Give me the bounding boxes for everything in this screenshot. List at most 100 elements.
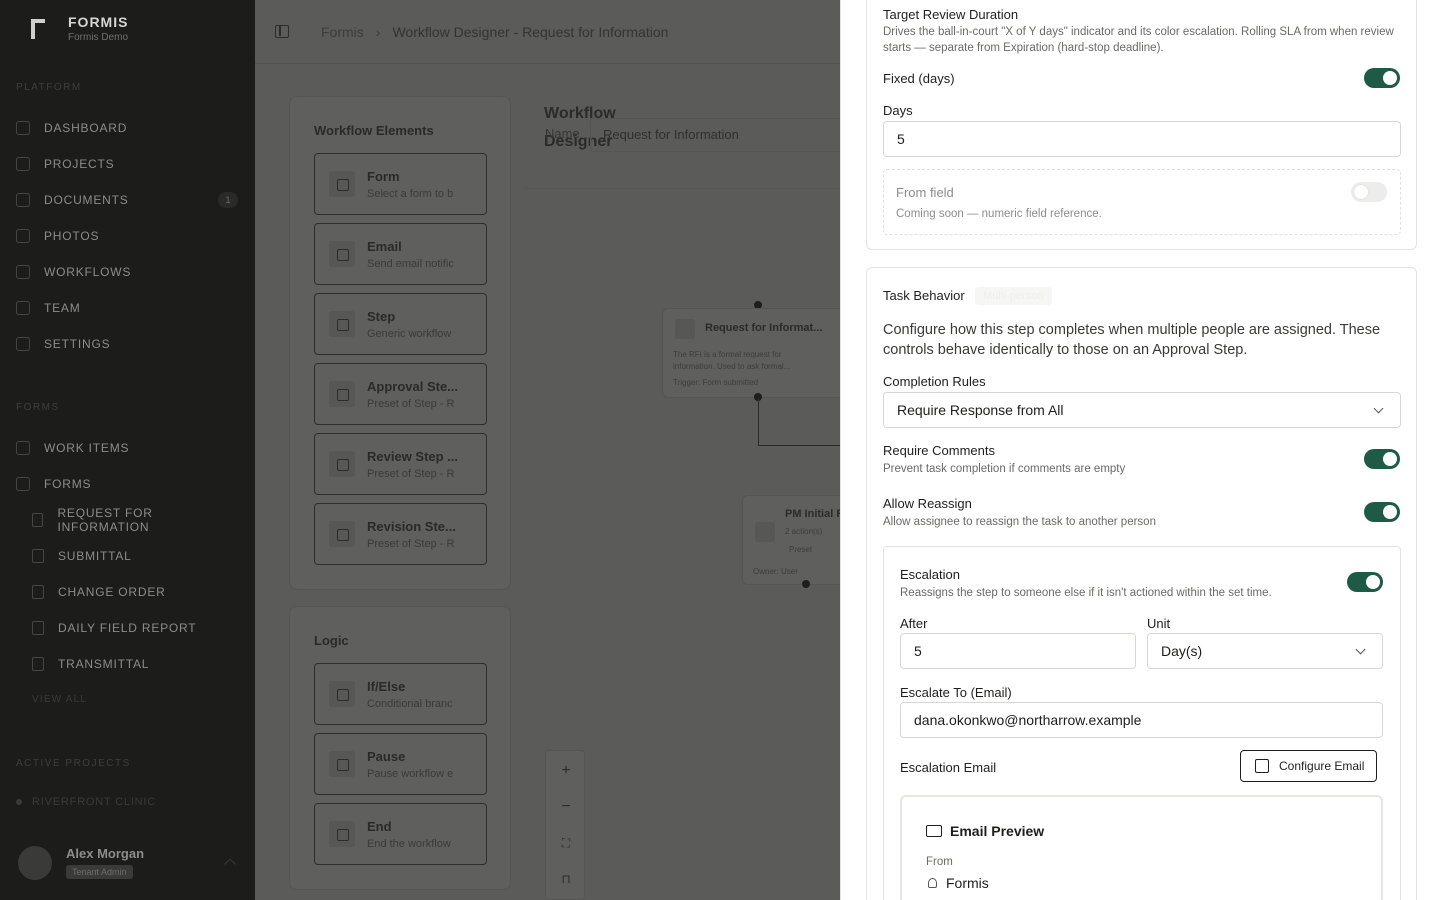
escalate-to-input[interactable]: dana.okonkwo@northarrow.example [900,702,1383,738]
section-forms: FORMS [16,402,60,413]
from-field-toggle [1351,182,1387,202]
node-title: Request for Informat... [705,322,823,334]
element-title: End [367,818,392,834]
fit-view-icon[interactable]: ⛶ [558,835,574,851]
allow-reassign-desc: Allow assignee to reassign the task to a… [883,516,1156,528]
sidebar-item-documents[interactable]: DOCUMENTS 1 [16,188,238,212]
unit-value: Day(s) [1161,643,1203,659]
sidebar-item-photos[interactable]: PHOTOS [16,224,238,248]
allow-reassign-toggle[interactable] [1364,502,1400,522]
connector-line [758,398,759,446]
mail-icon [926,825,942,837]
sidebar-item-rfi[interactable]: REQUEST FOR INFORMATION [32,506,238,534]
lock-icon[interactable]: ⊓ [558,871,574,887]
sidebar-item-label: TEAM [44,301,81,315]
sidebar-item-projects[interactable]: PROJECTS [16,152,238,176]
sidebar-item-dashboard[interactable]: DASHBOARD [16,116,238,140]
multi-person-pill: Multi-person [975,287,1052,305]
target-review-desc: Drives the ball-in-court "X of Y days" i… [883,26,1394,54]
element-end[interactable]: End End the workflow [314,803,487,865]
target-review-section: Target Review Duration Drives the ball-i… [866,0,1417,250]
breadcrumb-root[interactable]: Formis [321,24,364,40]
documents-icon [16,193,30,207]
workflow-name-input[interactable]: Request for Information [590,118,850,152]
element-desc: Preset of Step - R [367,467,455,480]
app-name: FORMIS [68,14,129,30]
element-approval-step[interactable]: Approval Ste... Preset of Step - R [314,363,487,425]
sidebar-item-label: PROJECTS [44,157,115,171]
element-title: Pause [367,748,406,764]
element-title: If/Else [367,678,406,694]
element-revision-step[interactable]: Revision Ste... Preset of Step - R [314,503,487,565]
sidebar-item-label: DOCUMENTS [44,193,129,207]
chevron-down-icon [1355,644,1366,655]
toggle-sidebar-icon[interactable] [275,25,289,38]
node-desc: The RFI is a formal request for informat… [673,350,791,371]
photos-icon [16,229,30,243]
require-comments-toggle[interactable] [1364,449,1400,469]
element-if-else[interactable]: If/Else Conditional branc [314,663,487,725]
logic-title: Logic [314,633,349,648]
days-input[interactable]: 5 [883,121,1401,157]
sidebar-item-submittal[interactable]: SUBMITTAL [32,544,238,568]
after-input[interactable]: 5 [900,633,1136,669]
sidebar-item-forms[interactable]: FORMS [16,472,238,496]
documents-count-badge: 1 [218,192,238,208]
completion-rules-select[interactable]: Require Response from All [883,392,1401,428]
element-title: Revision Ste... [367,518,456,534]
step-icon [329,311,355,337]
node-handle[interactable] [802,580,810,588]
sidebar-item-work-items[interactable]: WORK ITEMS [16,436,238,460]
avatar [18,846,52,880]
step-settings-drawer: Target Review Duration Drives the ball-i… [840,0,1440,900]
sidebar-item-transmittal[interactable]: TRANSMITTAL [32,652,238,676]
sidebar-item-daily-field-report[interactable]: DAILY FIELD REPORT [32,616,238,640]
sidebar-item-change-order[interactable]: CHANGE ORDER [32,580,238,604]
element-title: Approval Ste... [367,378,459,394]
sidebar-item-label: SUBMITTAL [58,549,132,563]
escalation-toggle[interactable] [1347,572,1383,592]
edit-icon [1255,759,1269,773]
element-desc: Conditional branc [367,697,453,710]
settings-icon [16,337,30,351]
element-form[interactable]: Form Select a form to b [314,153,487,215]
mail-icon [329,241,355,267]
escalation-desc: Reassigns the step to someone else if it… [900,587,1272,599]
configure-email-button[interactable]: Configure Email [1240,750,1378,782]
document-icon [32,585,44,599]
sidebar-item-label: WORKFLOWS [44,265,132,279]
view-all-link[interactable]: VIEW ALL [32,694,87,705]
sidebar-item-workflows[interactable]: WORKFLOWS [16,260,238,284]
unit-select[interactable]: Day(s) [1147,633,1383,669]
active-project-item[interactable]: RIVERFRONT CLINIC [16,796,156,808]
element-pause[interactable]: Pause Pause workflow e [314,733,487,795]
fixed-days-toggle[interactable] [1364,68,1400,88]
element-desc: Send email notific [367,257,454,270]
node-pm-initial-review[interactable]: PM Initial R 2 action(s) Preset Owner: U… [742,495,852,585]
chevron-up-icon[interactable] [224,858,236,870]
form-icon [675,319,695,339]
sidebar-item-settings[interactable]: SETTINGS [16,332,238,356]
zoom-in-icon[interactable]: + [558,763,574,779]
user-menu[interactable]: Alex Morgan Tenant Admin [18,846,144,880]
element-review-step[interactable]: Review Step ... Preset of Step - R [314,433,487,495]
section-platform: PLATFORM [16,82,82,93]
from-field-label: From field [896,185,954,200]
team-icon [16,301,30,315]
sidebar-item-label: WORK ITEMS [44,441,130,455]
after-label: After [900,616,928,631]
sidebar-item-team[interactable]: TEAM [16,296,238,320]
user-role-badge: Tenant Admin [66,865,133,879]
element-title: Step [367,308,396,324]
node-trigger: Trigger: Form submitted [673,378,759,387]
app-subtitle: Formis Demo [68,32,129,43]
share-icon [32,657,44,671]
element-email[interactable]: Email Send email notific [314,223,487,285]
brand[interactable]: FORMIS Formis Demo [28,14,128,43]
zoom-out-icon[interactable]: − [558,799,574,815]
node-request-for-information[interactable]: Request for Informat... The RFI is a for… [662,308,852,398]
element-desc: Generic workflow [367,327,452,340]
element-step[interactable]: Step Generic workflow [314,293,487,355]
active-project-label: RIVERFRONT CLINIC [32,796,157,808]
user-icon [928,878,937,888]
